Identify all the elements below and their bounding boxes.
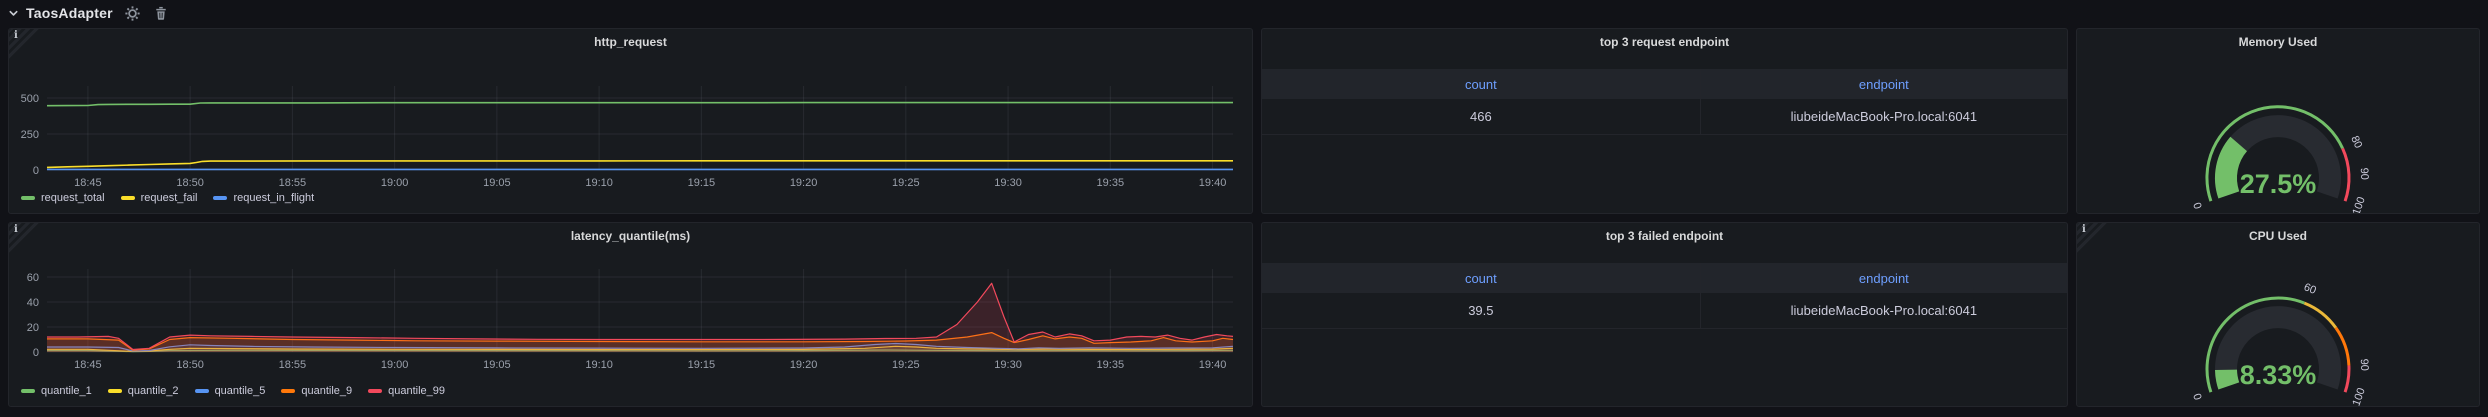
legend-item-quantile_5[interactable]: quantile_5 [195,385,266,397]
failed-endpoint-table: count endpoint 39.5 liubeideMacBook-Pro.… [1262,263,2067,329]
panel-title[interactable]: top 3 request endpoint [1262,35,2067,49]
memory-value: 27.5% [2077,169,2479,200]
x-axis-tick-label: 19:35 [1097,359,1125,371]
legend-item-quantile_2[interactable]: quantile_2 [108,385,179,397]
row-collapse-toggle[interactable]: TaosAdapter [8,5,113,21]
cell-endpoint: liubeideMacBook-Pro.local:6041 [1701,293,2067,328]
grafana-dashboard: TaosAdapter [0,0,2488,417]
y-axis-tick-label: 0 [33,165,39,177]
legend-swatch [108,389,122,393]
cell-count: 39.5 [1262,293,1701,328]
x-axis-tick-label: 18:55 [279,359,307,371]
x-axis-tick-label: 19:20 [790,177,818,189]
x-axis-tick-label: 19:40 [1199,359,1227,371]
legend-swatch [21,389,35,393]
legend-label: request_in_flight [233,192,314,204]
legend-label: quantile_9 [301,385,352,397]
series-line-request_fail [47,161,1233,168]
legend-item-request_in_flight[interactable]: request_in_flight [213,192,314,204]
legend-item-quantile_9[interactable]: quantile_9 [281,385,352,397]
cpu-value: 8.33% [2077,360,2479,391]
y-axis-tick-label: 0 [33,347,39,359]
series-area-quantile_99 [47,283,1233,352]
gauge-tick-label: 80 [2348,134,2364,150]
x-axis-tick-label: 19:25 [892,177,920,189]
legend-label: request_total [41,192,105,204]
table-header-row: count endpoint [1262,263,2067,293]
row-title: TaosAdapter [26,5,113,21]
x-axis-tick-label: 19:10 [585,177,613,189]
legend-item-quantile_1[interactable]: quantile_1 [21,385,92,397]
x-axis-tick-label: 19:00 [381,177,409,189]
legend-swatch [213,196,227,200]
gauge-tick-label: 0 [2190,392,2203,402]
x-axis-tick-label: 18:45 [74,177,102,189]
chart-legend: quantile_1 quantile_2 quantile_5 quantile_9… [21,385,445,397]
x-axis-tick-label: 18:50 [176,177,204,189]
column-header-count[interactable]: count [1262,263,1701,293]
legend-swatch [195,389,209,393]
legend-item-quantile_99[interactable]: quantile_99 [368,385,445,397]
x-axis-tick-label: 19:00 [381,359,409,371]
table-row: 39.5 liubeideMacBook-Pro.local:6041 [1262,293,2067,329]
x-axis-tick-label: 19:40 [1199,177,1227,189]
x-axis-tick-label: 18:45 [74,359,102,371]
y-axis-tick-label: 500 [21,93,39,105]
y-axis-tick-label: 40 [27,297,39,309]
x-axis-tick-label: 18:50 [176,359,204,371]
gear-icon [125,6,140,21]
cell-count: 466 [1262,99,1701,134]
legend-label: quantile_99 [388,385,445,397]
legend-label: request_fail [141,192,198,204]
row-settings-button[interactable] [123,4,142,23]
gauge-tick-label: 0 [2190,201,2203,211]
legend-swatch [368,389,382,393]
legend-swatch [121,196,135,200]
x-axis-tick-label: 19:30 [994,177,1022,189]
panel-memory-used: Memory Used 08090100 27.5% [2076,28,2480,214]
legend-label: quantile_5 [215,385,266,397]
y-axis-tick-label: 250 [21,129,39,141]
legend-swatch [281,389,295,393]
x-axis-tick-label: 19:10 [585,359,613,371]
panel-latency-quantile: i latency_quantile(ms) 18:4518:5018:5519… [8,222,1253,407]
legend-label: quantile_1 [41,385,92,397]
latency-quantile-chart[interactable]: 18:45 18:50 18:55 19:00 19:05 19:10 19:15 19:20… [9,223,1252,406]
legend-item-request_total[interactable]: request_total [21,192,105,204]
http-request-chart[interactable]: 18:45 18:50 18:55 19:00 19:05 19:10 19:15 19:20… [9,29,1252,213]
y-axis-tick-label: 60 [27,272,39,284]
panel-cpu-used: i CPU Used 06090100 8.33% [2076,222,2480,407]
panel-top-request-endpoint: top 3 request endpoint count endpoint 46… [1261,28,2068,214]
x-axis-tick-label: 19:15 [688,359,716,371]
legend-label: quantile_2 [128,385,179,397]
column-header-count[interactable]: count [1262,69,1701,99]
panel-http-request: i http_request 18:4518:5018:5519:0019:05… [8,28,1253,214]
table-row: 466 liubeideMacBook-Pro.local:6041 [1262,99,2067,135]
chevron-down-icon [8,8,19,19]
panel-top-failed-endpoint: top 3 failed endpoint count endpoint 39.… [1261,222,2068,407]
x-axis-tick-label: 19:35 [1097,177,1125,189]
x-axis-tick-label: 19:20 [790,359,818,371]
cell-endpoint: liubeideMacBook-Pro.local:6041 [1701,99,2067,134]
dashboard-row-header: TaosAdapter [8,0,170,26]
table-header-row: count endpoint [1262,69,2067,99]
request-endpoint-table: count endpoint 466 liubeideMacBook-Pro.l… [1262,69,2067,135]
x-axis-tick-label: 19:30 [994,359,1022,371]
panel-title[interactable]: top 3 failed endpoint [1262,229,2067,243]
legend-swatch [21,196,35,200]
trash-icon [154,6,168,21]
column-header-endpoint[interactable]: endpoint [1701,263,2067,293]
x-axis-tick-label: 19:25 [892,359,920,371]
gauge-tick-label: 60 [2302,281,2318,297]
x-axis-tick-label: 19:05 [483,359,511,371]
chart-legend: request_total request_fail request_in_flig… [21,192,314,204]
series-line-request_total [47,103,1233,106]
column-header-endpoint[interactable]: endpoint [1701,69,2067,99]
x-axis-tick-label: 18:55 [279,177,307,189]
legend-item-request_fail[interactable]: request_fail [121,192,198,204]
x-axis-tick-label: 19:05 [483,177,511,189]
row-delete-button[interactable] [152,4,170,23]
y-axis-tick-label: 20 [27,322,39,334]
x-axis-tick-label: 19:15 [688,177,716,189]
